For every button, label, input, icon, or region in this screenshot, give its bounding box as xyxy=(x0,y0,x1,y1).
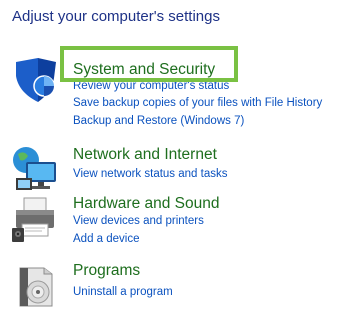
page-title: Adjust your computer's settings xyxy=(12,8,220,25)
category-title-system-security[interactable]: System and Security xyxy=(73,61,215,79)
link-review-computer-status[interactable]: Review your computer's status xyxy=(73,80,229,92)
category-title-programs[interactable]: Programs xyxy=(73,262,140,280)
link-file-history[interactable]: Save backup copies of your files with Fi… xyxy=(73,97,322,109)
category-title-network-internet[interactable]: Network and Internet xyxy=(73,146,217,164)
link-network-status[interactable]: View network status and tasks xyxy=(73,168,227,180)
link-uninstall-program[interactable]: Uninstall a program xyxy=(73,286,173,298)
programs-disc-icon[interactable] xyxy=(10,260,62,312)
link-backup-restore[interactable]: Backup and Restore (Windows 7) xyxy=(73,115,244,127)
network-globe-icon[interactable] xyxy=(10,142,62,194)
category-title-hardware-sound[interactable]: Hardware and Sound xyxy=(73,195,220,213)
link-devices-printers[interactable]: View devices and printers xyxy=(73,215,204,227)
printer-icon[interactable] xyxy=(10,194,62,246)
link-add-device[interactable]: Add a device xyxy=(73,233,140,245)
shield-icon[interactable] xyxy=(10,56,62,108)
